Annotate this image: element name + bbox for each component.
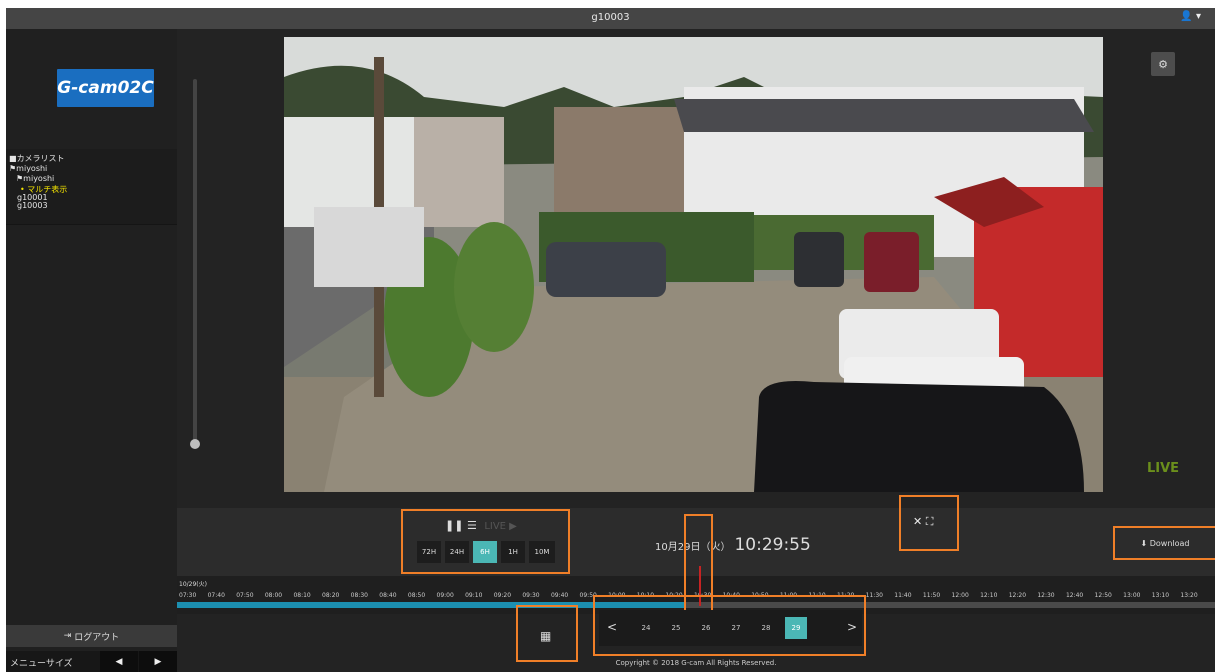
range-72h-button[interactable]: 72H <box>417 541 441 563</box>
calendar-icon[interactable]: ▦ <box>540 629 551 643</box>
download-button[interactable]: ⬇ Download <box>1113 526 1215 560</box>
day-button[interactable]: 24 <box>635 617 657 639</box>
tree-item-camera-list[interactable]: ■カメラリスト <box>9 153 65 164</box>
camera-icon: ■ <box>9 154 17 163</box>
settings-button[interactable]: ⚙ <box>1151 52 1175 76</box>
window-title: g10003 <box>591 12 630 23</box>
day-selector: < > 24 25 26 27 28 29 <box>599 610 862 646</box>
range-6h-button[interactable]: 6H <box>473 541 497 563</box>
user-icon: 👤 <box>1180 11 1193 22</box>
timeline-tick: 12:20 <box>1008 592 1027 599</box>
timeline-tick: 08:10 <box>293 592 311 599</box>
zoom-slider-handle[interactable] <box>190 439 200 449</box>
list-icon[interactable]: ☰ <box>467 519 477 532</box>
timeline-tick: 08:50 <box>407 592 426 599</box>
timeline-tick: 13:20 <box>1180 592 1198 599</box>
menu-expand-button[interactable]: ▶ <box>139 651 177 672</box>
calendar-group: ▦ <box>516 605 578 662</box>
playback-group: ❚❚ ☰ LIVE ▶ 72H 24H 6H 1H 10M <box>401 509 570 574</box>
camera-image <box>284 37 1103 492</box>
download-icon: ⬇ <box>1140 538 1150 548</box>
live-indicator: LIVE <box>1147 461 1180 476</box>
timeline-tick: 09:30 <box>522 592 540 599</box>
menu-size-bar: メニューサイズ ◀ ▶ <box>6 651 177 672</box>
fullscreen-icon[interactable]: ⛶ <box>926 515 934 528</box>
live-button[interactable]: LIVE ▶ <box>484 521 517 532</box>
camera-feed[interactable] <box>284 37 1103 492</box>
caret-down-icon: ▾ <box>1195 11 1201 22</box>
shrink-icon[interactable]: ✕ <box>913 515 922 528</box>
logout-button[interactable]: ⇥ ログアウト <box>6 625 177 647</box>
timeline-tick: 12:30 <box>1037 592 1055 599</box>
timeline-tick: 07:40 <box>207 592 225 599</box>
timeline-tick: 11:40 <box>894 592 912 599</box>
arrow-left-icon: ◀ <box>115 656 123 667</box>
play-controls: ❚❚ ☰ LIVE ▶ <box>445 519 517 532</box>
current-datetime: 10月29日（火） 10:29:55 <box>655 535 811 555</box>
gear-icon: ⚙ <box>1158 57 1168 71</box>
next-day-button[interactable]: > <box>847 620 857 634</box>
arrow-right-icon: ▶ <box>154 656 162 667</box>
timeline-tick: 07:50 <box>236 592 254 599</box>
day-button[interactable]: 27 <box>725 617 747 639</box>
range-10m-button[interactable]: 10M <box>529 541 555 563</box>
top-bar: g10003 👤 ▾ <box>6 8 1215 29</box>
timeline-date: 10/29(火) <box>179 581 207 588</box>
range-24h-button[interactable]: 24H <box>445 541 469 563</box>
day-selector-group: < > 24 25 26 27 28 29 <box>593 595 866 656</box>
timeline-tick: 07:30 <box>179 592 197 599</box>
timeline-tick: 09:00 <box>436 592 454 599</box>
app-frame: g10003 👤 ▾ G-cam02C ■カメラリスト ⚑miyoshi ⚑mi… <box>6 8 1215 672</box>
timeline-tick: 08:20 <box>322 592 340 599</box>
timeline-tick: 08:00 <box>264 592 283 599</box>
camera-tree: ■カメラリスト ⚑miyoshi ⚑miyoshi • マルチ表示 g10001… <box>6 149 177 225</box>
menu-size-label: メニューサイズ <box>10 659 73 669</box>
tree-item-group[interactable]: ⚑miyoshi <box>9 164 47 173</box>
timeline-tick: 13:00 <box>1123 592 1141 599</box>
timeline-tick: 11:50 <box>922 592 941 599</box>
sidebar: G-cam02C ■カメラリスト ⚑miyoshi ⚑miyoshi • マルチ… <box>6 29 177 672</box>
timeline-tick: 08:40 <box>379 592 397 599</box>
current-time: 10:29:55 <box>734 535 811 555</box>
tree-item-camera[interactable]: g10003 <box>17 201 48 210</box>
logo: G-cam02C <box>57 69 154 107</box>
day-button[interactable]: 28 <box>755 617 777 639</box>
copyright-text: Copyright © 2018 G-cam All Rights Reserv… <box>615 659 777 667</box>
range-1h-button[interactable]: 1H <box>501 541 525 563</box>
menu-shrink-button[interactable]: ◀ <box>100 651 138 672</box>
day-button[interactable]: 26 <box>695 617 717 639</box>
prev-day-button[interactable]: < <box>607 620 617 634</box>
timeline-tick: 09:10 <box>465 592 483 599</box>
timeline-tick: 11:30 <box>865 592 883 599</box>
view-mode-group: ✕ ⛶ <box>899 495 959 551</box>
timeline-tick: 09:40 <box>550 592 569 599</box>
main-area: ⚙ LIVE ❚❚ ☰ LIVE ▶ 72H 24H 6H 1H 10M 10月… <box>177 29 1215 672</box>
user-menu-button[interactable]: 👤 ▾ <box>1180 11 1201 22</box>
pause-icon[interactable]: ❚❚ <box>445 519 463 532</box>
logout-icon: ⇥ <box>63 631 75 641</box>
day-button[interactable]: 29 <box>785 617 807 639</box>
timeline-tick: 12:50 <box>1094 592 1112 599</box>
timeline-tick: 09:20 <box>493 592 512 599</box>
timeline-tick: 13:10 <box>1151 592 1170 599</box>
timeline-tick: 12:00 <box>951 592 969 599</box>
timeline-tick: 12:40 <box>1065 592 1084 599</box>
tree-item-subgroup[interactable]: ⚑miyoshi <box>16 174 54 183</box>
timeline-tick: 12:10 <box>980 592 998 599</box>
day-button[interactable]: 25 <box>665 617 687 639</box>
zoom-slider-track[interactable] <box>193 79 197 444</box>
timeline-tick: 08:30 <box>350 592 368 599</box>
